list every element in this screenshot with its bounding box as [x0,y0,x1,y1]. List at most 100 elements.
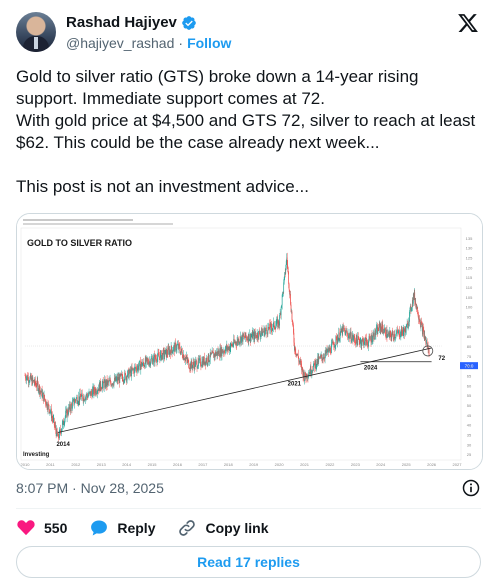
y-tick-label: 45 [467,413,472,418]
author-handle[interactable]: @hajiyev_rashad [66,35,174,51]
y-tick-label: 115 [466,275,473,280]
y-tick-label: 105 [466,295,473,300]
candle-body [428,347,430,356]
tweet-header: Rashad Hajiyev @hajiyev_rashad · Follow [16,10,481,54]
candle-body [48,404,50,410]
candle-body [321,354,322,358]
y-tick-label: 60 [467,383,472,388]
candle-body [172,351,173,354]
chart-title: GOLD TO SILVER RATIO [27,238,132,248]
candle-body [150,358,152,363]
x-tick-label: 2012 [71,462,81,467]
y-tick-label: 55 [467,393,472,398]
reply-bubble-icon [91,520,108,536]
source-label: Investing [23,452,50,458]
link-icon [179,520,196,536]
chart-annotation: 2024 [364,366,378,372]
candle-body [280,307,282,315]
chart-annotation: 72 [438,356,445,362]
reply-button[interactable]: Reply [89,518,155,538]
x-tick-label: 2025 [402,462,412,467]
verified-badge-icon [182,15,196,30]
y-tick-label: 95 [467,315,472,320]
x-logo-icon[interactable] [457,12,479,34]
x-tick-label: 2023 [351,462,361,467]
candle-body [275,325,277,330]
heart-icon [17,520,35,536]
y-tick-label: 80 [467,344,472,349]
likes-count: 550 [44,520,68,536]
y-tick-label: 50 [467,403,472,408]
candle-body [44,394,45,400]
tweet-paragraph-1: Gold to silver ratio (GTS) broke down a … [16,67,424,108]
follow-button[interactable]: Follow [187,35,231,51]
candle-body [206,357,208,363]
chart-image[interactable]: GOLD TO SILVER RATIO 70.0 2014 2021 2024 72 … [16,213,483,470]
handle-row: @hajiyev_rashad · Follow [66,35,231,51]
x-tick-label: 2020 [275,462,285,467]
candle-body [153,356,154,362]
y-tick-label: 110 [466,285,473,290]
like-button[interactable]: 550 [16,518,67,538]
y-tick-label: 65 [467,373,472,378]
candle-body [281,294,283,306]
candle-body [392,333,394,338]
y-tick-label: 85 [467,334,472,339]
candle-body [283,277,285,283]
y-tick-label: 30 [467,442,472,447]
candle-body [395,333,397,338]
candle-body [164,354,166,357]
candle-body [176,345,178,349]
chart-annotation: 2014 [56,442,70,448]
x-tick-label: 2015 [148,462,158,467]
y-tick-label: 120 [466,265,473,270]
candle-body [208,353,210,362]
tweet-card: Rashad Hajiyev @hajiyev_rashad · Follow … [0,0,497,588]
y-tick-label: 75 [467,354,472,359]
candle-body [171,345,172,350]
candle-body [279,315,280,326]
read-replies-button[interactable]: Read 17 replies [16,546,481,578]
candle-body [313,361,315,364]
info-icon[interactable] [461,478,481,498]
chart-annotation: 2021 [288,381,302,387]
candle-body [344,330,345,331]
tweet-paragraph-2: With gold price at $4,500 and GTS 72, si… [16,111,480,152]
tweet-text: Gold to silver ratio (GTS) broke down a … [16,66,484,198]
reply-label: Reply [117,520,156,536]
x-tick-label: 2017 [198,462,208,467]
tweet-paragraph-3: This post is not an investment advice... [16,177,309,196]
candle-body [385,328,386,336]
tweet-spacer [16,154,484,176]
x-tick-label: 2016 [173,462,183,467]
y-tick-label: 135 [466,236,473,241]
copy-link-button[interactable]: Copy link [177,518,269,538]
y-tick-label: 40 [467,423,472,428]
avatar[interactable] [16,12,56,52]
candle-body [391,335,393,339]
y-tick-label: 90 [467,324,472,329]
x-tick-label: 2021 [300,462,310,467]
x-tick-label: 2022 [325,462,335,467]
candle-body [285,260,287,269]
y-tick-label: 70 [467,364,472,369]
candle-body [74,402,75,405]
author-name[interactable]: Rashad Hajiyev [66,14,177,31]
post-timestamp[interactable]: 8:07 PM · Nov 28, 2025 [16,480,164,496]
candle-body [283,282,285,293]
y-tick-label: 25 [467,452,472,457]
candle-body [373,333,375,339]
candle-body [281,305,283,308]
x-tick-label: 2011 [46,462,55,467]
x-tick-label: 2013 [97,462,107,467]
candle-body [72,401,73,409]
candle-body [285,268,287,274]
x-tick-label: 2018 [224,462,234,467]
gold-silver-ratio-chart: GOLD TO SILVER RATIO 70.020142021202472 … [17,214,482,469]
y-tick-label: 130 [466,246,473,251]
y-tick-label: 100 [466,305,473,310]
author-name-row: Rashad Hajiyev [66,14,197,31]
x-tick-label: 2026 [427,462,437,467]
candle-body [376,327,377,333]
candle-body [291,311,293,320]
